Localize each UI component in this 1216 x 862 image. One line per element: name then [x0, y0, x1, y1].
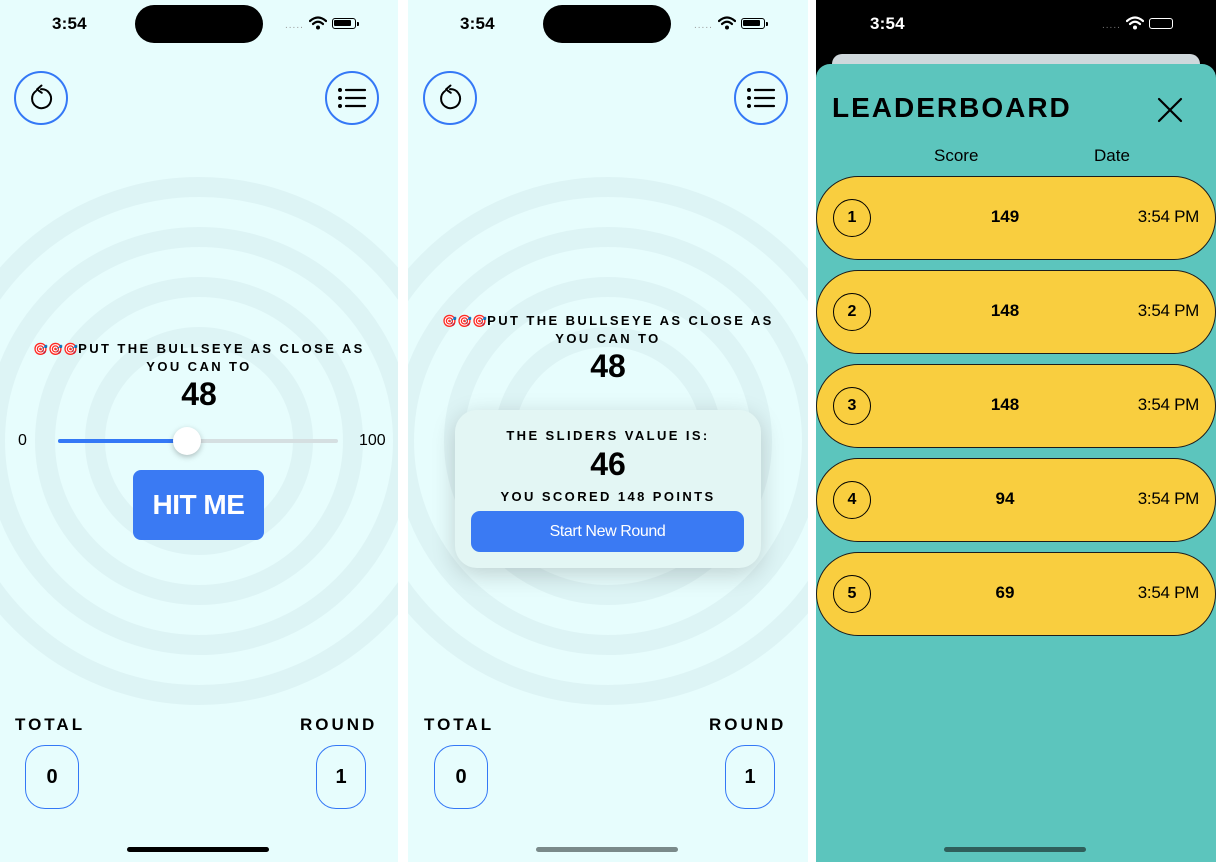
battery-icon: [740, 17, 768, 29]
home-indicator: [127, 847, 269, 852]
leaderboard-row: 4 94 3:54 PM: [816, 458, 1216, 542]
restart-icon: [31, 84, 53, 110]
result-screen: 3:54 ..... 🎯🎯🎯PUT THE BULLSEYE AS CLOSE …: [408, 0, 808, 862]
signal-dots: .....: [1102, 20, 1121, 31]
round-label: ROUND: [300, 715, 378, 734]
score-column-header: Score: [934, 146, 979, 165]
status-time: 3:54: [870, 14, 905, 33]
rank-badge: 2: [833, 293, 871, 331]
row-time: 3:54 PM: [1137, 395, 1200, 414]
restart-icon: [440, 84, 462, 110]
wifi-icon: [308, 16, 327, 30]
rank-badge: 1: [833, 199, 871, 237]
battery-icon: [1148, 17, 1176, 29]
round-value: 1: [316, 745, 366, 809]
rank-badge: 3: [833, 387, 871, 425]
restart-button[interactable]: [423, 71, 477, 125]
instruction-text: 🎯🎯🎯PUT THE BULLSEYE AS CLOSE AS YOU CAN …: [30, 340, 368, 376]
row-time: 3:54 PM: [1137, 489, 1200, 508]
row-score: 148: [990, 301, 1020, 320]
target-value: 48: [181, 376, 217, 412]
hit-me-button[interactable]: HIT ME: [133, 470, 264, 540]
slider-value-label: THE SLIDERS VALUE IS:: [506, 428, 710, 443]
leaderboard-row: 2 148 3:54 PM: [816, 270, 1216, 354]
target-emoji: 🎯🎯🎯: [442, 314, 488, 328]
rank-badge: 5: [833, 575, 871, 613]
date-column-header: Date: [1094, 146, 1130, 165]
target-value: 48: [590, 348, 626, 384]
target-slider[interactable]: [58, 427, 338, 455]
signal-dots: .....: [694, 20, 713, 31]
row-score: 149: [990, 207, 1020, 226]
status-icons: .....: [694, 15, 768, 31]
dynamic-island: [543, 5, 671, 43]
status-icons: .....: [1102, 15, 1176, 31]
instruction-label: PUT THE BULLSEYE AS CLOSE AS YOU CAN TO: [487, 313, 774, 346]
slider-fill: [58, 439, 187, 443]
total-label: TOTAL: [424, 715, 495, 734]
leaderboard-row: 1 149 3:54 PM: [816, 176, 1216, 260]
leaderboard-row: 3 148 3:54 PM: [816, 364, 1216, 448]
total-value: 0: [25, 745, 79, 809]
instruction-label: PUT THE BULLSEYE AS CLOSE AS YOU CAN TO: [78, 341, 365, 374]
round-label: ROUND: [709, 715, 787, 734]
list-icon: [747, 88, 776, 108]
leaderboard-row: 5 69 3:54 PM: [816, 552, 1216, 636]
instruction-text: 🎯🎯🎯PUT THE BULLSEYE AS CLOSE AS YOU CAN …: [439, 312, 777, 348]
slider-value: 46: [590, 446, 626, 482]
leaderboard-button[interactable]: [325, 71, 379, 125]
round-value: 1: [725, 745, 775, 809]
row-score: 69: [995, 583, 1015, 602]
wifi-icon: [1125, 16, 1144, 30]
leaderboard-screen: 3:54 ..... LEADERBOARD Score Date 1 149 …: [816, 0, 1216, 862]
restart-button[interactable]: [14, 71, 68, 125]
slider-thumb[interactable]: [172, 427, 201, 455]
status-time: 3:54: [460, 14, 495, 33]
list-icon: [338, 88, 367, 108]
score-message: YOU SCORED 148 POINTS: [500, 489, 716, 504]
leaderboard-title: LEADERBOARD: [832, 92, 1072, 123]
home-indicator: [536, 847, 678, 852]
close-icon: [1157, 97, 1183, 123]
rank-badge: 4: [833, 481, 871, 519]
dynamic-island: [135, 5, 263, 43]
battery-icon: [331, 17, 359, 29]
close-button[interactable]: [1156, 96, 1184, 124]
home-indicator: [944, 847, 1086, 852]
result-dialog: THE SLIDERS VALUE IS: 46 YOU SCORED 148 …: [455, 410, 761, 568]
row-time: 3:54 PM: [1137, 301, 1200, 320]
leaderboard-sheet: LEADERBOARD Score Date 1 149 3:54 PM 2 1…: [816, 64, 1216, 862]
row-time: 3:54 PM: [1137, 583, 1200, 602]
game-screen: 3:54 ..... 🎯🎯🎯PUT THE BULLSEYE AS CLOSE …: [0, 0, 398, 862]
leaderboard-button[interactable]: [734, 71, 788, 125]
total-label: TOTAL: [15, 715, 86, 734]
slider-min-label: 0: [18, 432, 27, 449]
status-time: 3:54: [52, 14, 87, 33]
row-time: 3:54 PM: [1137, 207, 1200, 226]
slider-max-label: 100: [359, 432, 386, 449]
total-value: 0: [434, 745, 488, 809]
start-new-round-button[interactable]: Start New Round: [471, 511, 744, 552]
signal-dots: .....: [285, 20, 304, 31]
row-score: 148: [990, 395, 1020, 414]
wifi-icon: [717, 16, 736, 30]
row-score: 94: [995, 489, 1015, 508]
status-icons: .....: [285, 15, 359, 31]
target-emoji: 🎯🎯🎯: [33, 342, 79, 356]
